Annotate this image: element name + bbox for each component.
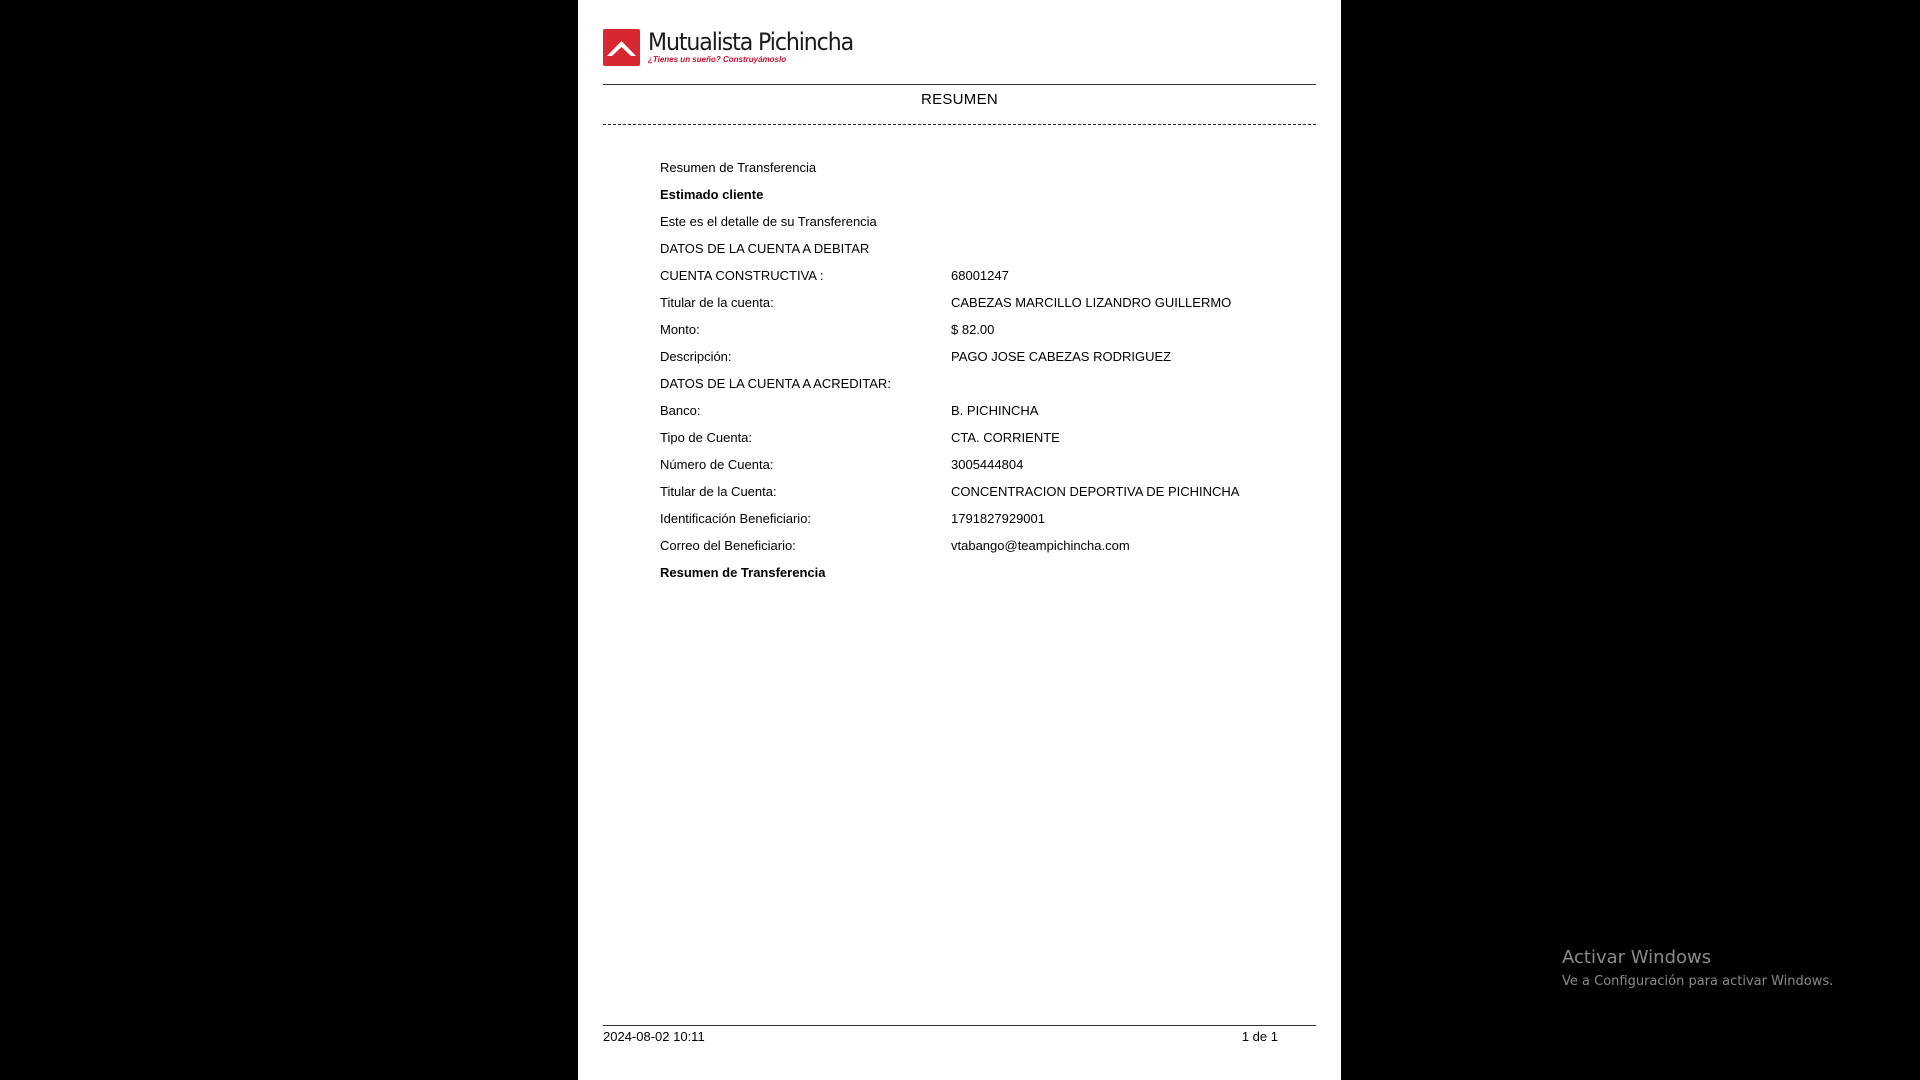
document-title: RESUMEN: [920, 91, 999, 108]
brand-name: Mutualista Pichincha: [648, 28, 854, 56]
field-label: Número de Cuenta:: [660, 457, 774, 472]
field-value: $ 82.00: [951, 322, 995, 337]
mutualista-logo-icon: [603, 28, 640, 66]
field-value: 1791827929001: [951, 511, 1045, 526]
field-row: CUENTA CONSTRUCTIVA : 68001247: [660, 265, 1310, 292]
field-value: CABEZAS MARCILLO LIZANDRO GUILLERMO: [951, 295, 1232, 310]
debit-section-title: DATOS DE LA CUENTA A DEBITAR: [660, 241, 870, 256]
field-value: vtabango@teampichincha.com: [951, 538, 1130, 553]
field-label: Titular de la cuenta:: [660, 295, 774, 310]
brand-slogan: ¿Tienes un sueño? Construyámoslo: [648, 55, 787, 64]
greeting: Estimado cliente: [660, 187, 764, 202]
header-divider: [603, 84, 1316, 85]
brand-logo: Mutualista Pichincha ¿Tienes un sueño? C…: [603, 27, 871, 67]
watermark-subtitle: Ve a Configuración para activar Windows.: [1562, 974, 1834, 989]
field-label: Correo del Beneficiario:: [660, 538, 796, 553]
summary-heading: Resumen de Transferencia: [660, 160, 817, 175]
field-row: Tipo de Cuenta: CTA. CORRIENTE: [660, 427, 1310, 454]
field-row: Monto: $ 82.00: [660, 319, 1310, 346]
field-label: Descripción:: [660, 349, 732, 364]
field-row: Correo del Beneficiario: vtabango@teampi…: [660, 535, 1310, 562]
page-indicator: 1 de 1: [1241, 1029, 1278, 1044]
closing-heading: Resumen de Transferencia: [660, 565, 826, 580]
field-row: Titular de la cuenta: CABEZAS MARCILLO L…: [660, 292, 1310, 319]
field-value: PAGO JOSE CABEZAS RODRIGUEZ: [951, 349, 1172, 364]
field-value: CONCENTRACION DEPORTIVA DE PICHINCHA: [951, 484, 1240, 499]
document-viewer: Mutualista Pichincha ¿Tienes un sueño? C…: [0, 0, 1920, 1080]
field-row: Identificación Beneficiario: 17918279290…: [660, 508, 1310, 535]
field-label: Tipo de Cuenta:: [660, 430, 753, 445]
field-row: Descripción: PAGO JOSE CABEZAS RODRIGUEZ: [660, 346, 1310, 373]
field-row: Número de Cuenta: 3005444804: [660, 454, 1310, 481]
field-value: B. PICHINCHA: [951, 403, 1039, 418]
brand-text: Mutualista Pichincha ¿Tienes un sueño? C…: [648, 30, 871, 64]
field-value: 68001247: [951, 268, 1009, 283]
field-value: CTA. CORRIENTE: [951, 430, 1060, 445]
footer-timestamp: 2024-08-02 10:11: [603, 1029, 705, 1044]
watermark-title: Activar Windows: [1562, 947, 1712, 968]
field-row: Titular de la Cuenta: CONCENTRACION DEPO…: [660, 481, 1310, 508]
field-label: Titular de la Cuenta:: [660, 484, 777, 499]
field-label: Banco:: [660, 403, 701, 418]
intro-message: Este es el detalle de su Transferencia: [660, 214, 877, 229]
field-label: Monto:: [660, 322, 700, 337]
credit-section-title: DATOS DE LA CUENTA A ACREDITAR:: [660, 376, 891, 391]
field-value: 3005444804: [951, 457, 1024, 472]
dashed-divider: [603, 124, 1316, 125]
field-label: CUENTA CONSTRUCTIVA :: [660, 268, 824, 283]
field-label: Identificación Beneficiario:: [660, 511, 812, 526]
field-row: Banco: B. PICHINCHA: [660, 400, 1310, 427]
document-page: Mutualista Pichincha ¿Tienes un sueño? C…: [578, 0, 1341, 1080]
windows-activation-watermark: Activar Windows Ve a Configuración para …: [1562, 946, 1833, 992]
transfer-summary: Resumen de Transferencia Estimado client…: [660, 157, 1310, 589]
footer-divider: [603, 1025, 1316, 1026]
